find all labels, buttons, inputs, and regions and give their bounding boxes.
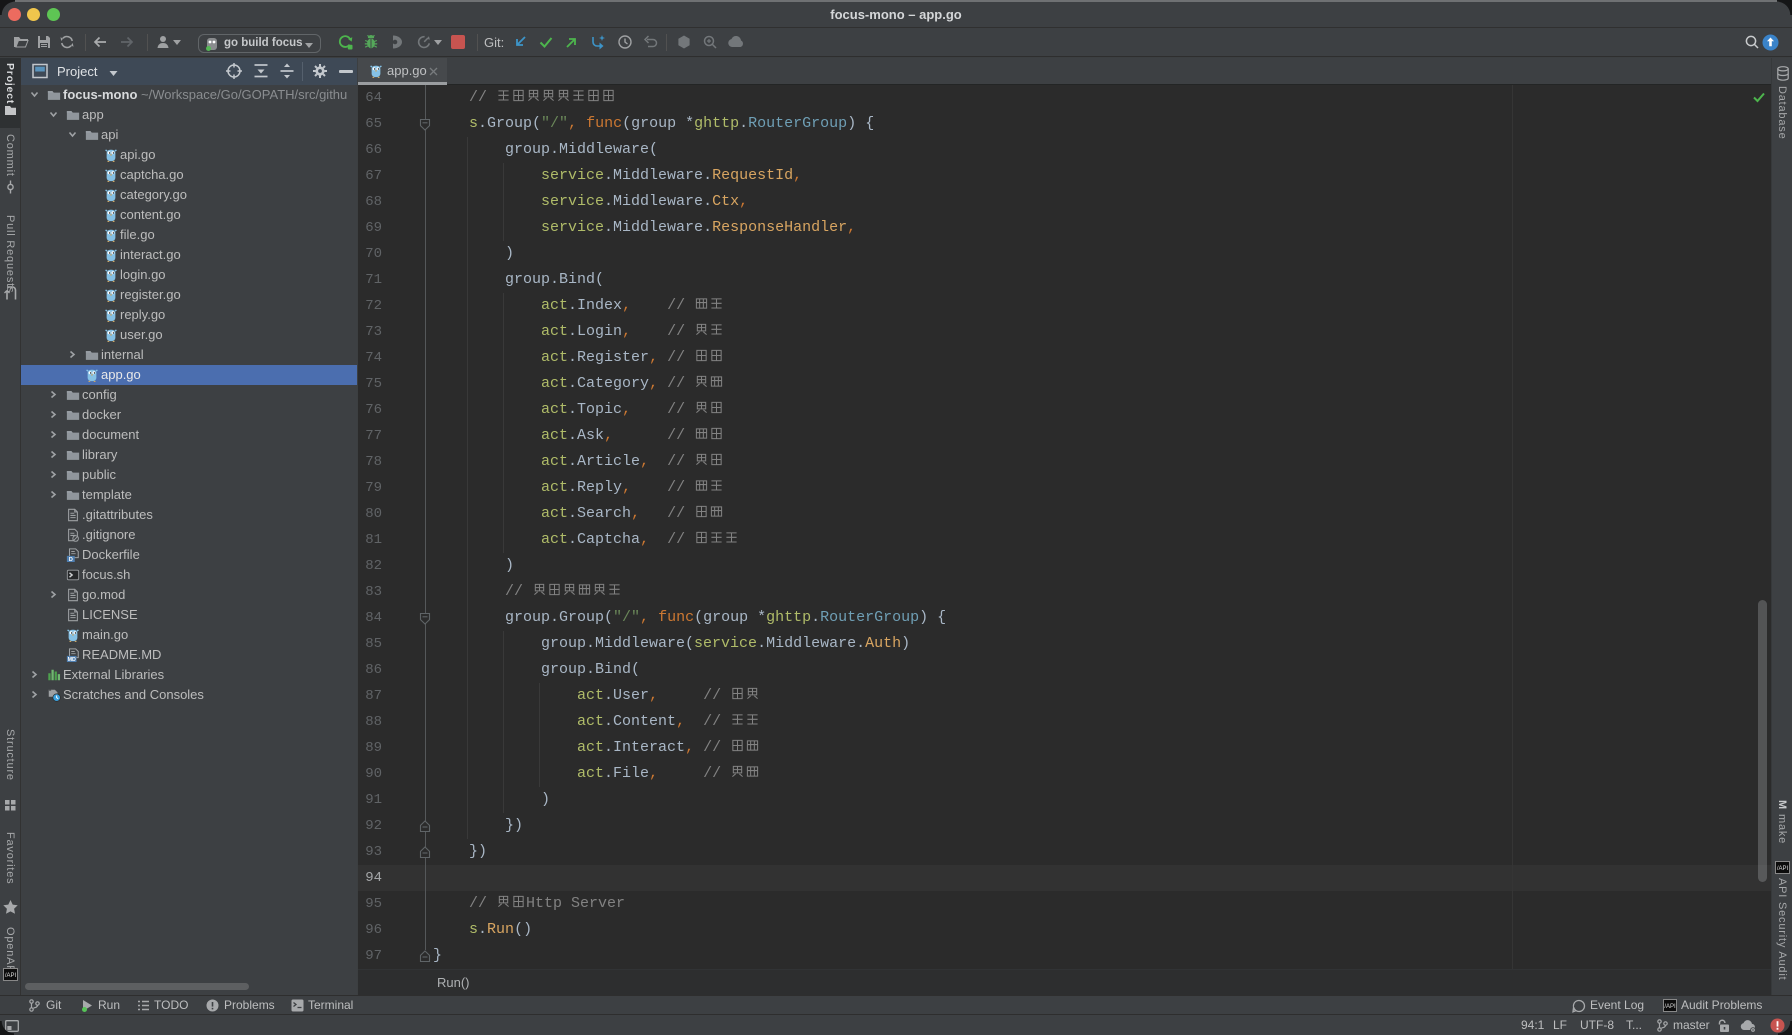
svg-text:/API: /API bbox=[5, 973, 17, 979]
svg-text:/API: /API bbox=[1664, 1004, 1676, 1010]
svg-text:/API: /API bbox=[1777, 866, 1789, 872]
